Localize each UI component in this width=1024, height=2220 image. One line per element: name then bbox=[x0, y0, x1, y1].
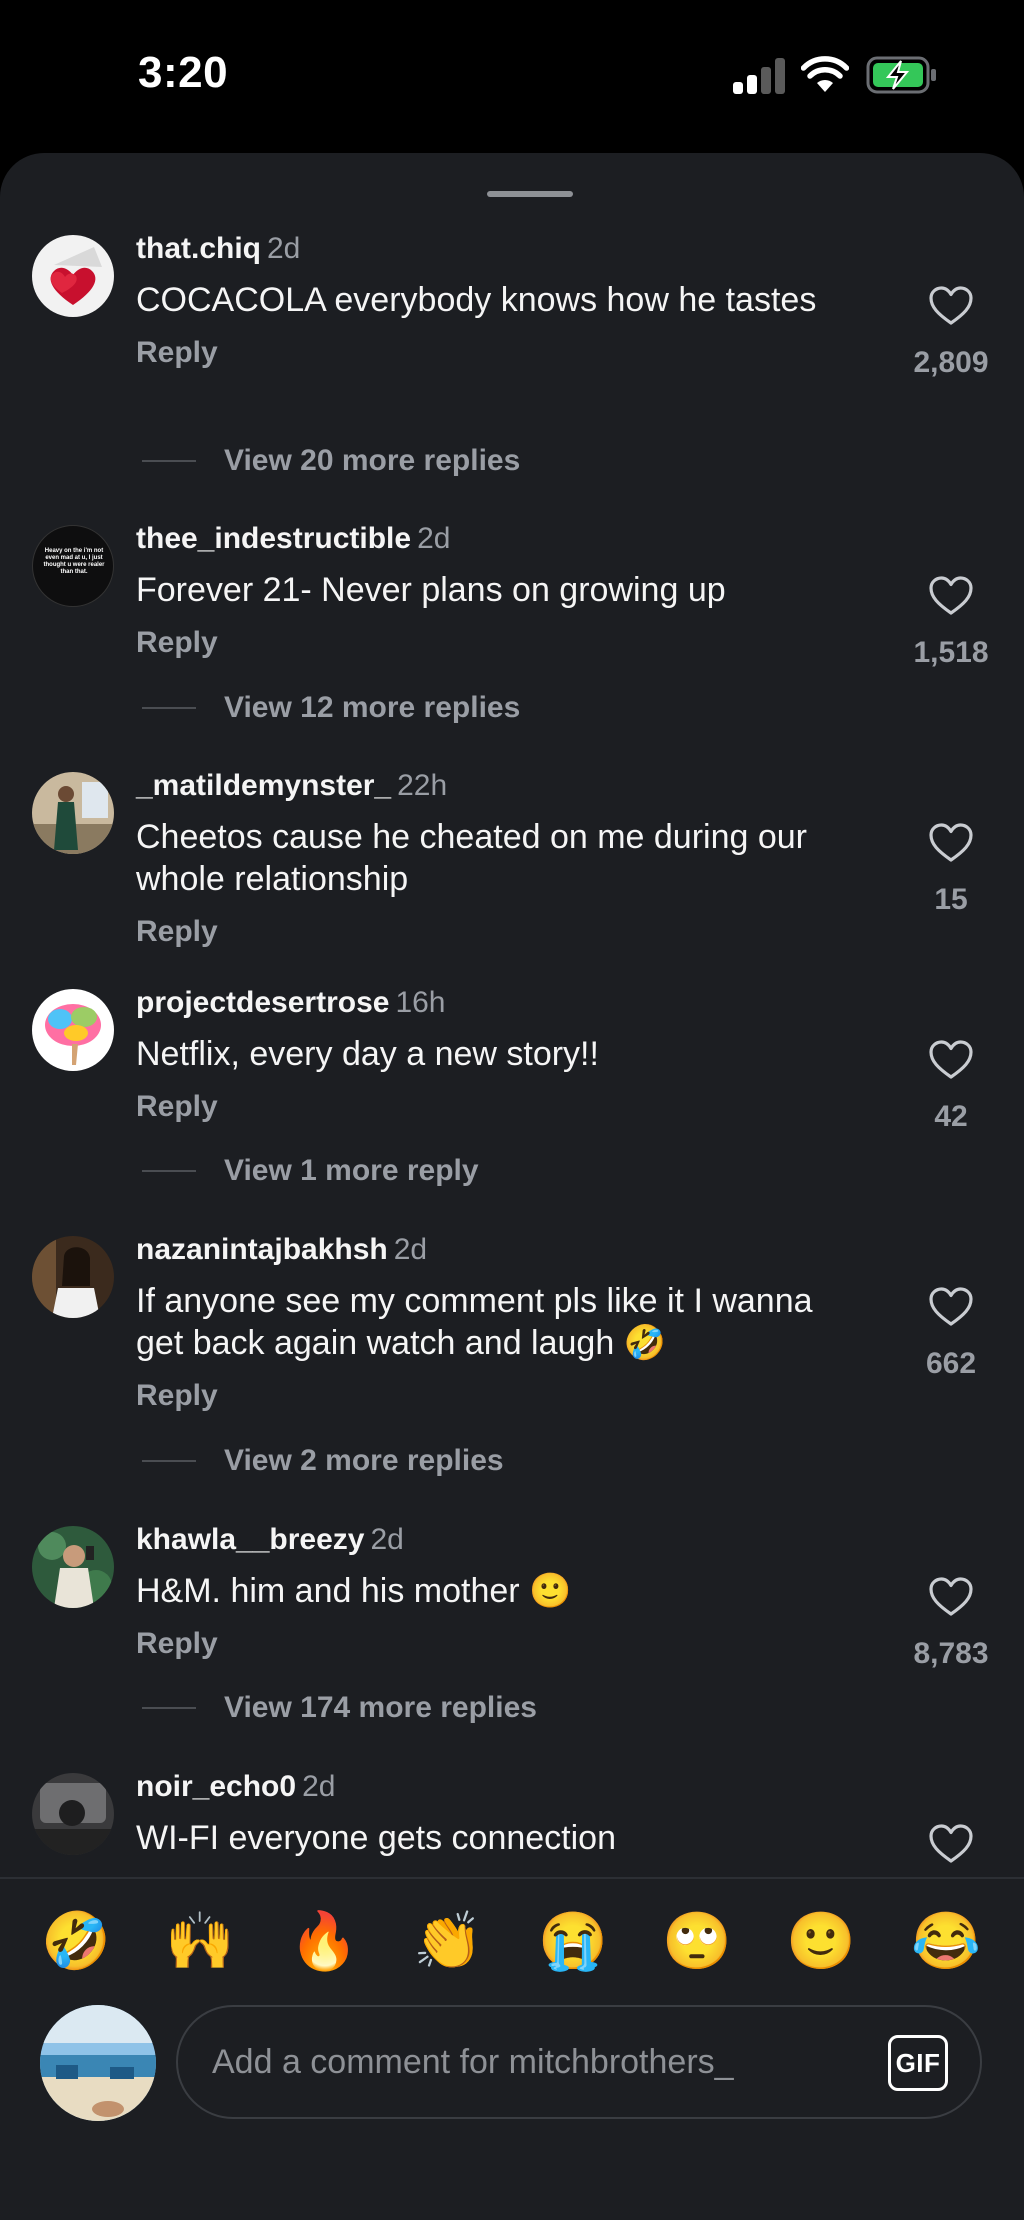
view-more-replies-label: View 12 more replies bbox=[224, 691, 521, 724]
emoji-joy-button[interactable]: 😂 bbox=[908, 1903, 984, 1979]
view-more-replies[interactable]: View 12 more replies bbox=[142, 690, 520, 726]
view-more-replies[interactable]: View 1 more reply bbox=[142, 1153, 479, 1189]
comment-username[interactable]: thee_indestructible bbox=[136, 522, 411, 555]
view-replies-divider bbox=[142, 460, 196, 462]
emoji-rofl-button[interactable]: 🤣 bbox=[38, 1903, 114, 1979]
view-replies-divider bbox=[142, 1460, 196, 1462]
gif-button[interactable]: GIF bbox=[888, 2035, 948, 2091]
heart-icon[interactable] bbox=[928, 1823, 974, 1865]
view-more-replies-label: View 20 more replies bbox=[224, 444, 521, 477]
comment-age: 16h bbox=[395, 986, 446, 1019]
comment-text: WI-FI everyone gets connection bbox=[136, 1819, 617, 1857]
comment-text: COCACOLA everybody knows how he tastes bbox=[136, 281, 817, 319]
view-replies-divider bbox=[142, 1707, 196, 1709]
avatar[interactable]: Heavy on the i'm not even mad at u, I ju… bbox=[32, 525, 114, 607]
avatar[interactable] bbox=[32, 1236, 114, 1318]
emoji-quick-bar: 🤣 🙌 🔥 👏 😭 🙄 🙂 😂 bbox=[0, 1903, 1024, 1983]
like-count: 15 bbox=[934, 883, 968, 916]
emoji-clap-button[interactable]: 👏 bbox=[410, 1903, 486, 1979]
comments-list[interactable]: that.chiq 2d COCACOLA everybody knows how… bbox=[0, 153, 1024, 1877]
comment-text: If anyone see my comment pls like it I w… bbox=[136, 1282, 813, 1362]
status-time: 3:20 bbox=[138, 48, 229, 97]
like-count: 662 bbox=[925, 1347, 977, 1380]
battery-charging-icon bbox=[866, 56, 936, 94]
view-more-replies-label: View 174 more replies bbox=[224, 1691, 537, 1724]
comment-age: 2d bbox=[302, 1770, 336, 1803]
comment-username[interactable]: nazanintajbakhsh bbox=[136, 1233, 388, 1266]
comment-input[interactable] bbox=[212, 2007, 852, 2117]
avatar[interactable] bbox=[32, 989, 114, 1071]
current-user-avatar[interactable] bbox=[40, 2005, 156, 2121]
comment-age: 22h bbox=[397, 769, 448, 802]
heart-icon[interactable] bbox=[928, 822, 974, 864]
emoji-eye-roll-button[interactable]: 🙄 bbox=[659, 1903, 735, 1979]
emoji-fire-button[interactable]: 🔥 bbox=[286, 1903, 362, 1979]
heart-icon[interactable] bbox=[928, 1576, 974, 1618]
comment-text: H&M. him and his mother 🙂 bbox=[136, 1572, 572, 1610]
like-control: 15 bbox=[910, 822, 992, 918]
reply-button[interactable]: Reply bbox=[136, 1378, 856, 1414]
avatar[interactable] bbox=[32, 235, 114, 317]
comment-text: Cheetos cause he cheated on me during ou… bbox=[136, 818, 808, 898]
avatar[interactable] bbox=[32, 1773, 114, 1855]
heart-icon[interactable] bbox=[928, 285, 974, 327]
view-more-replies[interactable]: View 20 more replies bbox=[142, 443, 520, 479]
view-more-replies[interactable]: View 2 more replies bbox=[142, 1443, 504, 1479]
like-control: 8,783 bbox=[910, 1576, 992, 1672]
like-count: 2,809 bbox=[913, 346, 989, 379]
emoji-smile-button[interactable]: 🙂 bbox=[783, 1903, 859, 1979]
comment-age: 2d bbox=[393, 1233, 428, 1266]
reply-button[interactable]: Reply bbox=[136, 1089, 856, 1125]
wifi-icon bbox=[801, 56, 849, 92]
like-control: 662 bbox=[910, 1286, 992, 1382]
view-replies-divider bbox=[142, 1170, 196, 1172]
comment-age: 2d bbox=[267, 232, 301, 265]
comment-text: Forever 21- Never plans on growing up bbox=[136, 571, 726, 609]
comment-text: Netflix, every day a new story!! bbox=[136, 1035, 599, 1073]
comments-sheet: that.chiq 2d COCACOLA everybody knows how… bbox=[0, 153, 1024, 2220]
like-control: 1,518 bbox=[910, 575, 992, 671]
comment-age: 2d bbox=[417, 522, 451, 555]
emoji-crying-button[interactable]: 😭 bbox=[535, 1903, 611, 1979]
comment-username[interactable]: noir_echo0 bbox=[136, 1770, 296, 1803]
avatar[interactable] bbox=[32, 1526, 114, 1608]
view-more-replies-label: View 1 more reply bbox=[224, 1154, 479, 1187]
comment-username[interactable]: that.chiq bbox=[136, 232, 261, 265]
comment-username[interactable]: khawla__breezy bbox=[136, 1523, 364, 1556]
heart-icon[interactable] bbox=[928, 1039, 974, 1081]
comment-username[interactable]: _matildemynster_ bbox=[136, 769, 391, 802]
cellular-signal-icon bbox=[733, 58, 787, 94]
like-count: 1,518 bbox=[913, 636, 989, 669]
heart-icon[interactable] bbox=[928, 1286, 974, 1328]
reply-button[interactable]: Reply bbox=[136, 914, 856, 950]
comment-username[interactable]: projectdesertrose bbox=[136, 986, 389, 1019]
like-count: 42 bbox=[934, 1100, 968, 1133]
composer-divider bbox=[0, 1877, 1024, 1879]
like-control bbox=[910, 1823, 992, 1865]
emoji-raised-hands-button[interactable]: 🙌 bbox=[162, 1903, 238, 1979]
like-count: 8,783 bbox=[913, 1637, 989, 1670]
like-control: 2,809 bbox=[910, 285, 992, 381]
avatar[interactable] bbox=[32, 772, 114, 854]
reply-button[interactable]: Reply bbox=[136, 335, 856, 371]
heart-icon[interactable] bbox=[928, 575, 974, 617]
reply-button[interactable]: Reply bbox=[136, 1626, 856, 1662]
comment-age: 2d bbox=[370, 1523, 404, 1556]
like-control: 42 bbox=[910, 1039, 992, 1135]
avatar-caption: Heavy on the i'm not even mad at u, I ju… bbox=[43, 548, 105, 575]
reply-button[interactable]: Reply bbox=[136, 625, 856, 661]
status-bar: 3:20 bbox=[0, 0, 1024, 150]
view-more-replies-label: View 2 more replies bbox=[224, 1444, 504, 1477]
comment-composer: GIF bbox=[176, 2005, 982, 2119]
view-replies-divider bbox=[142, 707, 196, 709]
view-more-replies[interactable]: View 174 more replies bbox=[142, 1690, 537, 1726]
